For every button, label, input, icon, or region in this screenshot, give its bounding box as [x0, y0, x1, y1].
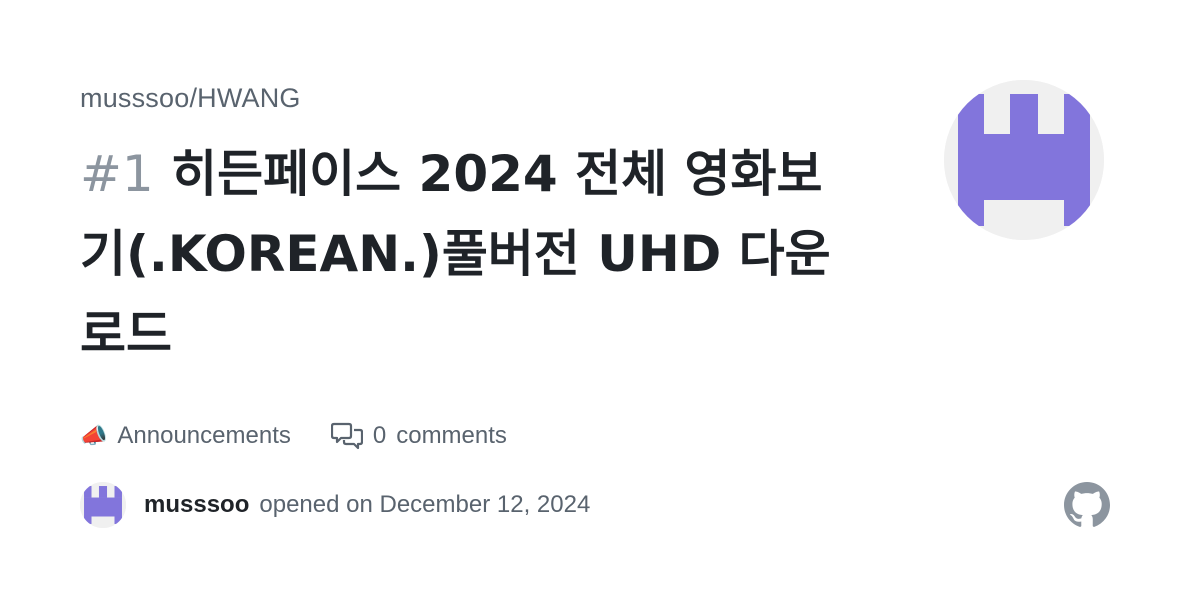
opened-date: opened on December 12, 2024: [259, 491, 591, 518]
issue-author-row: musssoo opened on December 12, 2024: [80, 482, 590, 528]
comments-count[interactable]: 0 comments: [330, 421, 507, 451]
github-mark-icon: [1064, 482, 1110, 527]
author-name[interactable]: musssoo: [144, 491, 249, 519]
repository-name[interactable]: musssoo/HWANG: [80, 80, 301, 116]
github-logo: [1064, 482, 1110, 528]
comment-discussion-icon: [330, 422, 363, 450]
comments-number: 0: [372, 422, 387, 449]
issue-meta: 📣 Announcements 0 comments: [80, 416, 507, 456]
issue-title-text: 히든페이스 2024 전체 영화보기(.KOREAN.)풀버전 UHD 다운로드: [80, 145, 831, 363]
comments-label: comments: [396, 422, 507, 449]
category-label[interactable]: 📣 Announcements: [80, 422, 291, 450]
issue-title: #1 히든페이스 2024 전체 영화보기(.KOREAN.)풀버전 UHD 다…: [80, 134, 840, 374]
author-avatar[interactable]: [80, 482, 126, 528]
identicon-small: [80, 482, 126, 528]
category-text: Announcements: [117, 422, 291, 449]
issue-number: #1: [80, 145, 154, 203]
megaphone-icon: 📣: [80, 423, 108, 449]
identicon-large: [944, 80, 1104, 240]
repository-avatar: [944, 80, 1104, 240]
